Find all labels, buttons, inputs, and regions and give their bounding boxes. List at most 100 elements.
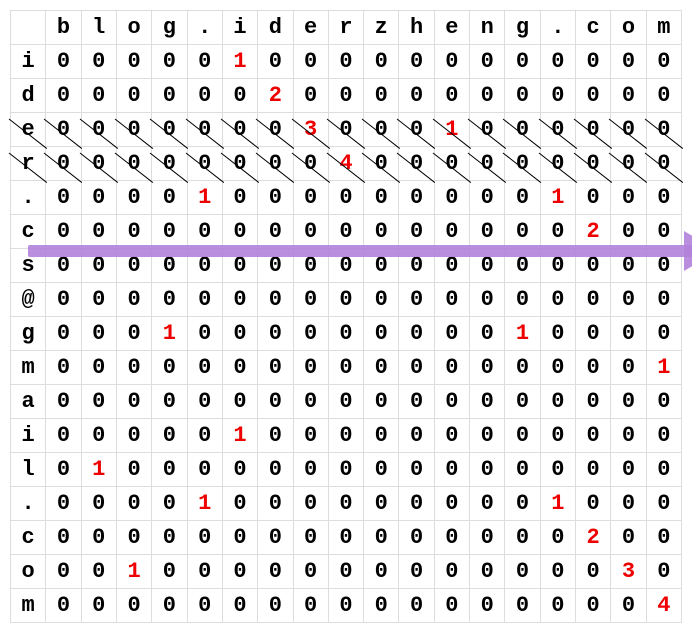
matrix-cell: 0 xyxy=(258,147,293,181)
matrix-cell: 0 xyxy=(399,385,434,419)
matrix-cell: 0 xyxy=(293,487,328,521)
matrix-cell: 0 xyxy=(328,283,363,317)
matrix-cell: 0 xyxy=(434,385,469,419)
matrix-cell: 0 xyxy=(364,113,399,147)
col-header: e xyxy=(434,11,469,45)
matrix-cell: 0 xyxy=(505,79,540,113)
matrix-cell: 0 xyxy=(611,147,646,181)
matrix-cell: 0 xyxy=(116,45,151,79)
matrix-cell: 0 xyxy=(611,419,646,453)
matrix-cell: 0 xyxy=(328,385,363,419)
matrix-cell: 0 xyxy=(399,283,434,317)
matrix-cell: 2 xyxy=(576,215,611,249)
matrix-cell: 0 xyxy=(364,385,399,419)
col-header: g xyxy=(505,11,540,45)
matrix-cell: 0 xyxy=(364,317,399,351)
matrix-cell: 0 xyxy=(187,215,222,249)
matrix-cell: 0 xyxy=(399,181,434,215)
matrix-cell: 1 xyxy=(187,487,222,521)
matrix-cell: 0 xyxy=(505,487,540,521)
row-header: l xyxy=(11,453,46,487)
matrix-cell: 0 xyxy=(399,521,434,555)
row-header: a xyxy=(11,385,46,419)
matrix-cell: 0 xyxy=(470,45,505,79)
col-header: o xyxy=(116,11,151,45)
matrix-cell: 0 xyxy=(611,79,646,113)
matrix-cell: 0 xyxy=(399,589,434,623)
matrix-cell: 0 xyxy=(152,589,187,623)
matrix-cell: 0 xyxy=(116,453,151,487)
matrix-cell: 0 xyxy=(646,385,681,419)
matrix-table: blog.iderzheng.comi000001000000000000d00… xyxy=(10,10,682,623)
matrix-cell: 0 xyxy=(470,521,505,555)
matrix-cell: 0 xyxy=(540,555,575,589)
matrix-cell: 0 xyxy=(576,317,611,351)
matrix-cell: 0 xyxy=(646,487,681,521)
row-header: i xyxy=(11,419,46,453)
matrix-cell: 1 xyxy=(540,487,575,521)
matrix-cell: 0 xyxy=(540,521,575,555)
matrix-cell: 0 xyxy=(81,589,116,623)
matrix-cell: 0 xyxy=(576,589,611,623)
matrix-cell: 0 xyxy=(152,249,187,283)
matrix-cell: 0 xyxy=(434,147,469,181)
matrix-cell: 0 xyxy=(505,521,540,555)
matrix-cell: 0 xyxy=(152,147,187,181)
matrix-cell: 0 xyxy=(258,453,293,487)
matrix-cell: 0 xyxy=(470,487,505,521)
matrix-cell: 0 xyxy=(152,79,187,113)
col-header: n xyxy=(470,11,505,45)
row-header: m xyxy=(11,589,46,623)
matrix-cell: 0 xyxy=(116,249,151,283)
matrix-cell: 1 xyxy=(505,317,540,351)
row-header: o xyxy=(11,555,46,589)
matrix-cell: 0 xyxy=(81,521,116,555)
matrix-cell: 0 xyxy=(293,181,328,215)
matrix-cell: 0 xyxy=(576,45,611,79)
matrix-cell: 0 xyxy=(434,487,469,521)
col-header: . xyxy=(187,11,222,45)
matrix-cell: 0 xyxy=(505,589,540,623)
row-header: @ xyxy=(11,283,46,317)
matrix-cell: 0 xyxy=(293,283,328,317)
matrix-cell: 0 xyxy=(576,249,611,283)
matrix-cell: 0 xyxy=(399,453,434,487)
matrix-cell: 0 xyxy=(646,249,681,283)
matrix-cell: 0 xyxy=(46,487,81,521)
matrix-cell: 0 xyxy=(434,555,469,589)
matrix-cell: 0 xyxy=(152,521,187,555)
matrix-cell: 0 xyxy=(46,385,81,419)
matrix-cell: 0 xyxy=(364,487,399,521)
matrix-cell: 0 xyxy=(222,351,257,385)
matrix-cell: 0 xyxy=(434,79,469,113)
matrix-cell: 0 xyxy=(434,181,469,215)
matrix-cell: 0 xyxy=(328,249,363,283)
matrix-cell: 0 xyxy=(46,521,81,555)
matrix-cell: 0 xyxy=(540,317,575,351)
matrix-cell: 0 xyxy=(470,419,505,453)
matrix-cell: 0 xyxy=(81,351,116,385)
matrix-cell: 0 xyxy=(328,215,363,249)
matrix-cell: 0 xyxy=(328,487,363,521)
matrix-cell: 0 xyxy=(470,385,505,419)
matrix-cell: 1 xyxy=(116,555,151,589)
matrix-cell: 0 xyxy=(576,555,611,589)
matrix-cell: 0 xyxy=(399,45,434,79)
matrix-cell: 0 xyxy=(646,453,681,487)
row-header: g xyxy=(11,317,46,351)
matrix-cell: 0 xyxy=(258,45,293,79)
matrix-cell: 0 xyxy=(364,453,399,487)
matrix-cell: 0 xyxy=(540,45,575,79)
matrix-cell: 0 xyxy=(646,113,681,147)
matrix-cell: 0 xyxy=(116,215,151,249)
matrix-cell: 0 xyxy=(46,317,81,351)
matrix-cell: 0 xyxy=(222,113,257,147)
matrix-cell: 0 xyxy=(399,113,434,147)
matrix-cell: 0 xyxy=(611,317,646,351)
row-header: r xyxy=(11,147,46,181)
matrix-cell: 0 xyxy=(470,215,505,249)
matrix-cell: 0 xyxy=(470,317,505,351)
matrix-cell: 0 xyxy=(540,113,575,147)
matrix-cell: 0 xyxy=(540,249,575,283)
lcs-matrix: blog.iderzheng.comi000001000000000000d00… xyxy=(10,10,682,623)
